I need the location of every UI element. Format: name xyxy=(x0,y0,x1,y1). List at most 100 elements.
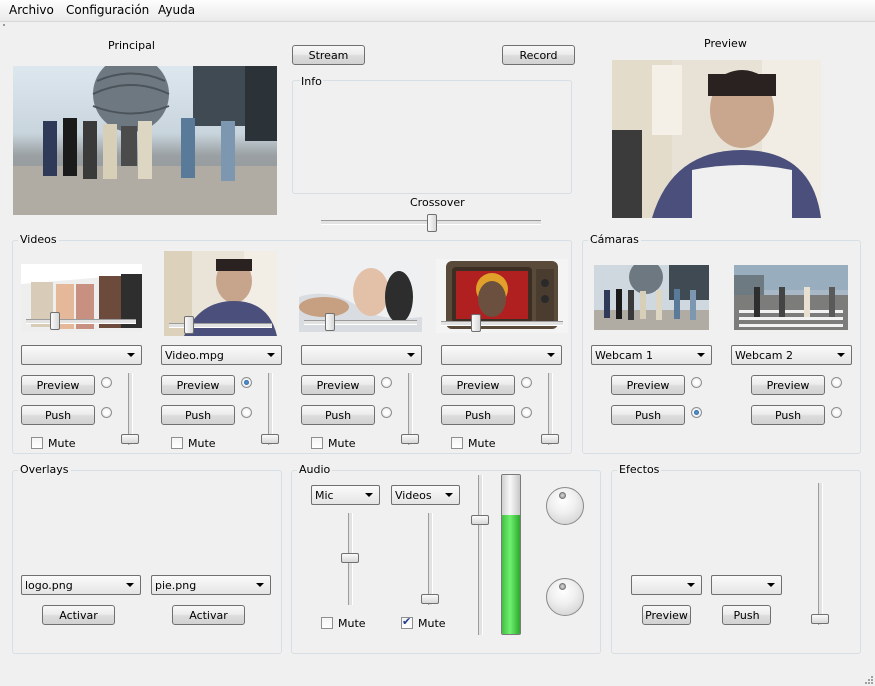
vu-meter-fill xyxy=(502,515,520,634)
video-4-volume-slider[interactable] xyxy=(541,434,559,444)
principal-label: Principal xyxy=(108,39,155,52)
video-1-seek-track xyxy=(26,319,136,324)
video-3-mute-label: Mute xyxy=(328,437,356,450)
overlays-group: Overlays xyxy=(12,463,282,654)
audio-2-source-select[interactable]: Videos xyxy=(391,485,460,505)
video-2-mute-checkbox[interactable] xyxy=(171,437,183,449)
video-3-mute-checkbox[interactable] xyxy=(311,437,323,449)
camera-2-source-select[interactable]: Webcam 2 xyxy=(731,345,852,365)
video-3-push-button[interactable]: Push xyxy=(301,405,375,425)
camera-2-preview-radio[interactable] xyxy=(831,377,842,388)
audio-1-source-select[interactable]: Mic xyxy=(311,485,380,505)
video-1-volume-slider[interactable] xyxy=(121,434,139,444)
camera-thumb-1 xyxy=(594,265,709,330)
menu-ayuda[interactable]: Ayuda xyxy=(158,3,195,17)
overlay-1-file-select[interactable]: logo.png xyxy=(21,575,141,595)
video-1-seek-slider[interactable] xyxy=(50,312,60,330)
video-4-push-radio[interactable] xyxy=(521,407,532,418)
crossover-label: Crossover xyxy=(410,196,465,209)
efectos-level-slider[interactable] xyxy=(811,614,829,624)
video-3-volume-slider[interactable] xyxy=(401,434,419,444)
video-2-push-radio[interactable] xyxy=(241,407,252,418)
chevron-down-icon xyxy=(365,493,373,497)
video-2-file-select[interactable]: Video.mpg xyxy=(161,345,282,365)
audio-1-mute-checkbox[interactable] xyxy=(321,617,333,629)
overlay-2-file-select[interactable]: pie.png xyxy=(151,575,271,595)
video-1-mute-checkbox[interactable] xyxy=(31,437,43,449)
toolbar-grip xyxy=(3,24,5,26)
info-title: Info xyxy=(300,75,323,88)
audio-knob-2[interactable] xyxy=(546,578,584,616)
video-4-push-button[interactable]: Push xyxy=(441,405,515,425)
camera-2-preview-button[interactable]: Preview xyxy=(751,375,825,395)
audio-2-mute-label: Mute xyxy=(418,617,446,630)
audio-1-volume-slider[interactable] xyxy=(341,553,359,563)
resize-grip-icon[interactable] xyxy=(863,674,873,684)
audio-2-mute-checkbox[interactable] xyxy=(401,615,413,629)
video-2-preview-button[interactable]: Preview xyxy=(161,375,235,395)
chevron-down-icon xyxy=(407,353,415,357)
info-panel: Info xyxy=(292,75,572,194)
menu-configuracion[interactable]: Configuración xyxy=(66,3,149,17)
vu-meter-empty xyxy=(502,475,520,515)
crossover-slider[interactable] xyxy=(427,214,437,232)
camera-2-push-button[interactable]: Push xyxy=(751,405,825,425)
video-1-preview-button[interactable]: Preview xyxy=(21,375,95,395)
video-4-seek-slider[interactable] xyxy=(471,314,481,332)
video-4-file-select[interactable] xyxy=(441,345,562,365)
chevron-down-icon xyxy=(126,583,134,587)
video-4-mute-checkbox[interactable] xyxy=(451,437,463,449)
efectos-2-select[interactable] xyxy=(711,575,782,595)
chevron-down-icon xyxy=(547,353,555,357)
camera-1-push-button[interactable]: Push xyxy=(611,405,685,425)
video-2-volume-slider[interactable] xyxy=(261,434,279,444)
camera-1-push-radio[interactable] xyxy=(691,407,702,418)
video-4-mute-label: Mute xyxy=(468,437,496,450)
video-2-mute-label: Mute xyxy=(188,437,216,450)
principal-video xyxy=(13,66,277,215)
overlay-1-file-value: logo.png xyxy=(25,579,73,592)
audio-master-slider[interactable] xyxy=(471,515,489,525)
video-3-seek-slider[interactable] xyxy=(325,313,335,331)
video-4-preview-button[interactable]: Preview xyxy=(441,375,515,395)
efectos-1-select[interactable] xyxy=(631,575,702,595)
video-3-preview-radio[interactable] xyxy=(381,377,392,388)
video-1-file-select[interactable] xyxy=(21,345,142,365)
record-button[interactable]: Record xyxy=(502,45,575,65)
chevron-down-icon xyxy=(267,353,275,357)
efectos-title: Efectos xyxy=(617,463,662,476)
overlay-1-activate-button[interactable]: Activar xyxy=(42,605,115,625)
efectos-level-track xyxy=(818,483,823,625)
efectos-preview-button[interactable]: Preview xyxy=(642,605,691,625)
overlay-2-activate-button[interactable]: Activar xyxy=(172,605,245,625)
video-3-preview-button[interactable]: Preview xyxy=(301,375,375,395)
camera-1-source-select[interactable]: Webcam 1 xyxy=(591,345,712,365)
video-2-seek-slider[interactable] xyxy=(184,316,194,334)
chevron-down-icon xyxy=(445,493,453,497)
audio-2-source-value: Videos xyxy=(395,489,432,502)
videos-title: Videos xyxy=(18,233,59,246)
video-3-push-radio[interactable] xyxy=(381,407,392,418)
audio-2-volume-slider[interactable] xyxy=(421,594,439,604)
camera-2-source-value: Webcam 2 xyxy=(735,349,793,362)
audio-1-mute-label: Mute xyxy=(338,617,366,630)
audio-2-volume-track xyxy=(428,513,433,605)
menu-archivo[interactable]: Archivo xyxy=(9,3,54,17)
camera-1-preview-radio[interactable] xyxy=(691,377,702,388)
efectos-push-button[interactable]: Push xyxy=(722,605,771,625)
video-1-push-button[interactable]: Push xyxy=(21,405,95,425)
stream-button[interactable]: Stream xyxy=(292,45,365,65)
vu-meter xyxy=(501,474,521,635)
chevron-down-icon xyxy=(127,353,135,357)
video-1-preview-radio[interactable] xyxy=(101,377,112,388)
video-2-preview-radio[interactable] xyxy=(241,377,252,388)
audio-knob-1[interactable] xyxy=(546,487,584,525)
video-3-file-select[interactable] xyxy=(301,345,422,365)
camera-2-push-radio[interactable] xyxy=(831,407,842,418)
video-4-seek-track xyxy=(441,321,563,326)
camaras-title: Cámaras xyxy=(588,233,641,246)
video-4-preview-radio[interactable] xyxy=(521,377,532,388)
video-1-push-radio[interactable] xyxy=(101,407,112,418)
camera-1-preview-button[interactable]: Preview xyxy=(611,375,685,395)
video-2-push-button[interactable]: Push xyxy=(161,405,235,425)
